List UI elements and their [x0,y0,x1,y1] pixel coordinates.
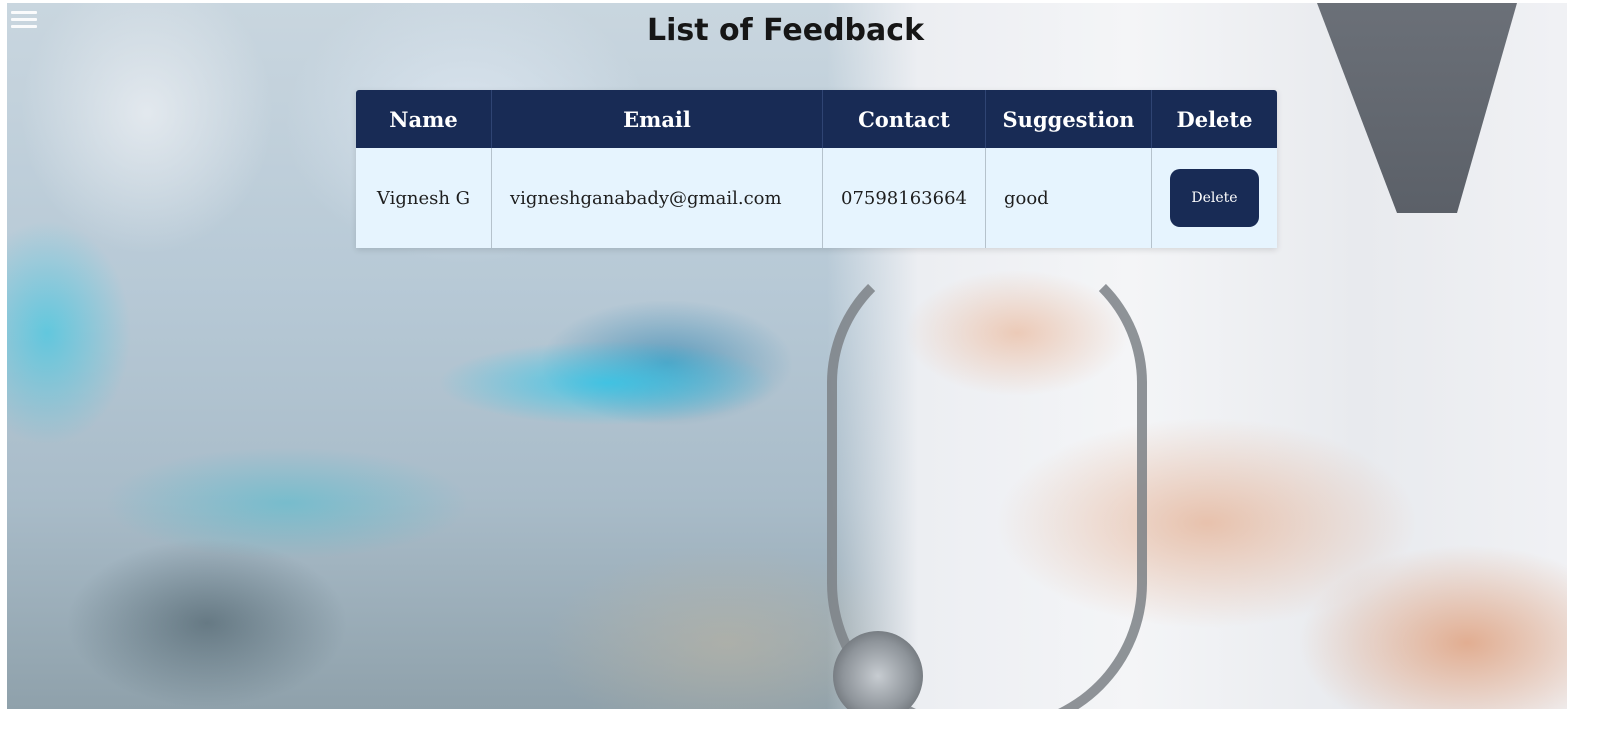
cell-email: vigneshganabady@gmail.com [491,148,823,248]
table-header-row: Name Email Contact Suggestion Delete [356,90,1277,148]
feedback-table: Name Email Contact Suggestion Delete Vig… [356,90,1277,248]
column-header-email: Email [491,90,823,148]
cell-delete: Delete [1151,148,1277,248]
page-title: List of Feedback [646,13,925,48]
table-row: Vignesh G vigneshganabady@gmail.com 0759… [356,148,1277,248]
column-header-name: Name [356,90,492,148]
column-header-contact: Contact [822,90,986,148]
delete-button[interactable]: Delete [1169,169,1259,227]
cell-contact: 07598163664 [822,148,986,248]
cell-suggestion: good [985,148,1152,248]
column-header-delete: Delete [1151,90,1277,148]
cell-name: Vignesh G [356,148,492,248]
column-header-suggestion: Suggestion [985,90,1152,148]
